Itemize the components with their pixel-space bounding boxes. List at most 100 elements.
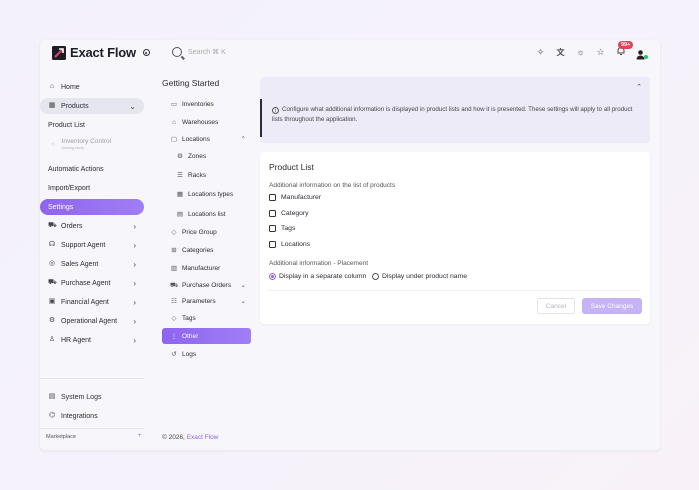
checkbox-box[interactable]	[269, 194, 276, 201]
sidebar-item-label: Import/Export	[48, 184, 91, 192]
rack-icon: ☰	[177, 172, 183, 179]
checkbox-category[interactable]: Category	[269, 210, 309, 217]
sidebar-item-integrations[interactable]: ⌬ Integrations	[40, 408, 144, 424]
product-list-card: Product List Additional information on t…	[260, 152, 650, 324]
sidebar-item-system-logs[interactable]: ▤ System Logs	[40, 389, 144, 405]
settings-item-other[interactable]: ⋮ Other	[162, 328, 251, 344]
sidebar-item-operational-agent[interactable]: ⚙ Operational Agent ›	[40, 313, 144, 329]
settings-item-categories[interactable]: ⊞ Categories	[170, 243, 213, 257]
checkbox-box[interactable]	[269, 225, 276, 232]
cancel-button[interactable]: Cancel	[537, 298, 575, 314]
sidebar-divider	[40, 378, 144, 379]
box-icon: ▦	[48, 102, 56, 109]
settings-item-inventories[interactable]: ▭ Inventories	[170, 97, 214, 111]
plug-icon: ⌬	[48, 412, 56, 419]
search-placeholder: Search ⌘ K	[188, 49, 226, 56]
sidebar-item-product-list[interactable]: Product List	[40, 117, 144, 133]
info-message: i Configure what additional information i…	[260, 99, 644, 137]
sun-icon[interactable]: ☼	[575, 47, 586, 58]
sidebar-item-sales-agent[interactable]: ◎ Sales Agent ›	[40, 256, 144, 272]
radio-button-selected[interactable]	[269, 273, 276, 280]
sidebar-item-purchase-agent[interactable]: ⛟ Purchase Agent ›	[40, 275, 144, 291]
sidebar-item-automatic-actions[interactable]: Automatic Actions	[40, 161, 144, 177]
settings-item-label: Parameters	[182, 297, 216, 305]
settings-item-tags[interactable]: ◇ Tags	[170, 311, 196, 325]
checkbox-locations[interactable]: Locations	[269, 241, 310, 248]
settings-item-label: Inventories	[182, 100, 214, 108]
sidebar-item-financial-agent[interactable]: ▣ Financial Agent ›	[40, 294, 144, 310]
copyright-brand-link[interactable]: Exact Flow	[187, 434, 219, 441]
notification-badge: 99+	[618, 41, 634, 49]
cart-icon: ⛟	[48, 222, 57, 229]
sidebar-item-hr-agent[interactable]: ♙ HR Agent ›	[40, 332, 144, 348]
marketplace-add-icon[interactable]: +	[138, 433, 142, 439]
sparkle-icon[interactable]: ✧	[535, 47, 546, 58]
settings-item-label: Other	[182, 332, 199, 340]
search-bar[interactable]: Search ⌘ K	[172, 47, 226, 57]
sidebar-item-label: Inventory Control	[61, 138, 112, 145]
sidebar-item-settings[interactable]: Settings	[40, 199, 144, 215]
chevron-right-icon: ›	[133, 259, 136, 269]
translate-icon[interactable]: 文	[555, 47, 566, 58]
cart-icon: ⛟	[48, 279, 57, 286]
chevron-up-icon[interactable]: ⌃	[636, 83, 642, 91]
sidebar-item-label: Home	[61, 83, 80, 91]
settings-item-racks[interactable]: ☰ Racks	[176, 168, 206, 182]
marketplace-label[interactable]: Marketplace	[46, 434, 76, 440]
star-icon[interactable]: ☆	[595, 47, 606, 58]
checkbox-manufacturer[interactable]: Manufacturer	[269, 194, 321, 201]
checkbox-label: Category	[281, 210, 309, 217]
copyright: © 2026, Exact Flow	[162, 434, 218, 441]
coin-icon: ◎	[48, 260, 56, 267]
home-icon: ⌂	[49, 83, 55, 90]
chevron-up-icon: ⌃	[240, 136, 246, 143]
logo-mark-icon	[52, 45, 66, 60]
radio-under-product-name[interactable]: Display under product name	[372, 273, 467, 280]
settings-item-parameters[interactable]: ☷ Parameters ⌄	[170, 294, 250, 308]
sidebar-item-label: Product List	[48, 121, 85, 129]
sidebar-item-support-agent[interactable]: ☊ Support Agent ›	[40, 237, 144, 253]
settings-item-locations-list[interactable]: ▤ Locations list	[176, 207, 226, 221]
sidebar-item-orders[interactable]: ⛟ Orders ›	[40, 218, 144, 234]
sidebar-item-label: Purchase Agent	[61, 279, 111, 287]
grid-icon: ▦	[176, 191, 184, 198]
radio-button[interactable]	[372, 273, 379, 280]
checkbox-box[interactable]	[269, 241, 276, 248]
sidebar-item-label: System Logs	[61, 393, 102, 401]
checkbox-box[interactable]	[269, 210, 276, 217]
radio-separate-column[interactable]: Display in a separate column	[269, 273, 366, 280]
settings-item-label: Purchase Orders	[182, 281, 232, 289]
cart-icon: ⛟	[170, 281, 179, 289]
settings-item-manufacturer[interactable]: ▥ Manufacturer	[170, 261, 220, 275]
sidebar-item-label: Integrations	[61, 412, 98, 420]
settings-item-label: Manufacturer	[182, 264, 221, 272]
settings-item-label: Locations list	[188, 210, 226, 218]
settings-item-price-group[interactable]: ◇ Price Group	[170, 225, 217, 239]
chevron-right-icon: ›	[133, 240, 136, 250]
tag-icon: ◇	[171, 229, 177, 236]
sidebar-item-label: Operational Agent	[61, 317, 118, 325]
bell-icon[interactable]: 99+	[615, 41, 634, 59]
sidebar-item-home[interactable]: ⌂ Home	[40, 79, 144, 95]
settings-item-label: Racks	[188, 171, 207, 179]
circle-icon: ○	[51, 142, 55, 148]
sidebar-item-import-export[interactable]: Import/Export	[40, 180, 144, 196]
sidebar-item-products[interactable]: ▦ Products ⌄	[40, 98, 144, 114]
settings-item-logs[interactable]: ↺ Logs	[170, 347, 196, 361]
online-status-dot	[644, 55, 648, 59]
chevron-down-icon: ⌄	[240, 298, 246, 305]
top-icons: ✧ 文 ☼ ☆ 99+	[535, 41, 648, 60]
settings-item-purchase-orders[interactable]: ⛟ Purchase Orders ⌄	[170, 278, 250, 292]
settings-item-warehouses[interactable]: ⌂ Warehouses	[170, 115, 218, 129]
settings-item-locations-types[interactable]: ▦ Locations types	[176, 187, 233, 201]
settings-item-zones[interactable]: ⚙ Zones	[176, 149, 206, 163]
checkbox-tags[interactable]: Tags	[269, 225, 295, 232]
list-icon: ▤	[176, 211, 184, 218]
chevron-right-icon: ›	[133, 297, 136, 307]
inventory-icon: ▭	[170, 101, 178, 108]
info-icon: i	[272, 107, 279, 114]
settings-item-locations[interactable]: ▢ Locations ⌃	[170, 132, 250, 146]
logo[interactable]: Exact Flow	[52, 45, 150, 60]
user-avatar[interactable]	[635, 47, 648, 60]
save-changes-button[interactable]: Save Changes	[582, 298, 642, 314]
